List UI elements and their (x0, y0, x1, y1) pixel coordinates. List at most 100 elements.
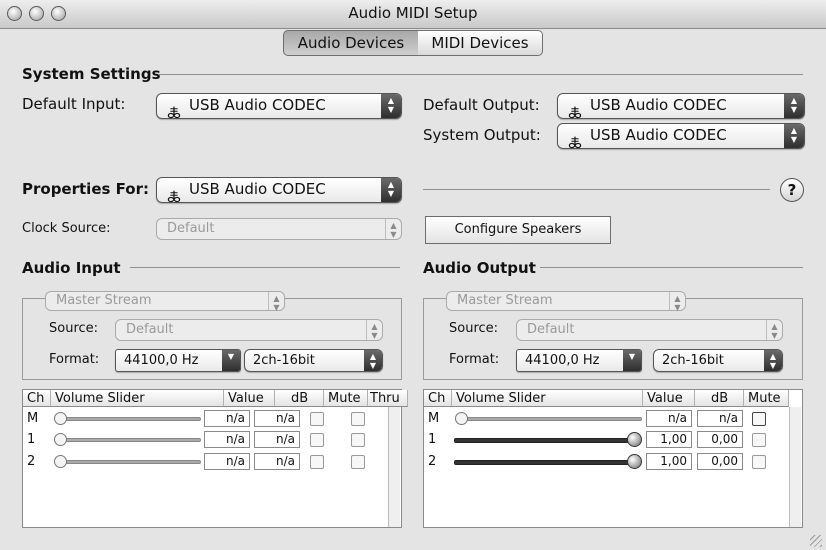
usb-icon: 🜏 (167, 187, 181, 206)
thru-checkbox[interactable] (351, 412, 365, 426)
updown-arrows-icon: ▲ ▼ (366, 320, 382, 340)
col-header-ch: Ch (23, 390, 51, 407)
col-header-ch: Ch (424, 390, 452, 407)
usb-icon: 🜏 (167, 103, 181, 122)
mute-checkbox[interactable] (752, 412, 766, 426)
updown-arrows-icon: ▲ ▼ (784, 94, 804, 118)
volume-slider-knob[interactable] (54, 433, 67, 446)
mute-checkbox[interactable] (310, 433, 324, 447)
default-output-popup[interactable]: 🜏 USB Audio CODEC ▲ ▼ (557, 93, 805, 122)
volume-slider-track[interactable] (454, 438, 636, 443)
usb-icon: 🜏 (568, 133, 582, 152)
output-source-popup[interactable]: Default ▲ ▼ (516, 319, 783, 341)
mute-checkbox[interactable] (310, 455, 324, 469)
col-header-volume-slider: Volume Slider (452, 390, 643, 407)
output-table-scrollbar[interactable] (789, 407, 801, 527)
clock-source-label: Clock Source: (22, 221, 111, 236)
col-header-db: dB (275, 390, 324, 407)
table-row: 1 n/a n/a (23, 430, 388, 450)
configure-speakers-button[interactable]: Configure Speakers (425, 216, 611, 244)
input-format-label: Format: (49, 352, 100, 367)
col-header-mute: Mute (744, 390, 789, 407)
input-format-bits-popup[interactable]: 2ch-16bit ▲ ▼ (244, 349, 383, 372)
input-channel-table: Ch Volume Slider Value dB Mute Thru M n/… (22, 389, 408, 528)
audio-output-heading: Audio Output (423, 259, 536, 277)
updown-arrows-icon: ▲ ▼ (764, 350, 782, 371)
tab-midi-devices[interactable]: MIDI Devices (418, 30, 543, 56)
value-field[interactable]: 1,00 (646, 431, 692, 448)
tab-audio-devices[interactable]: Audio Devices (283, 30, 419, 56)
channel-label: 2 (428, 454, 437, 469)
mute-checkbox[interactable] (752, 433, 766, 447)
volume-slider-track[interactable] (460, 417, 642, 421)
value-field[interactable]: n/a (204, 431, 250, 448)
thru-checkbox[interactable] (351, 433, 365, 447)
input-table-scrollbar[interactable] (388, 407, 400, 527)
default-input-popup[interactable]: 🜏 USB Audio CODEC ▲ ▼ (156, 93, 402, 122)
mute-checkbox[interactable] (310, 412, 324, 426)
output-format-label: Format: (449, 352, 500, 367)
clock-source-popup[interactable]: Default ▲ ▼ (156, 218, 402, 240)
col-header-value: Value (224, 390, 275, 407)
system-settings-divider (158, 74, 803, 75)
table-row: M n/a n/a (23, 409, 388, 429)
channel-label: 1 (428, 432, 437, 447)
value-field[interactable]: n/a (646, 410, 692, 427)
output-format-rate-popup[interactable]: 44100,0 Hz ▼ (516, 349, 642, 372)
default-output-label: Default Output: (423, 96, 540, 114)
resize-grip-icon[interactable] (810, 535, 822, 547)
input-source-popup[interactable]: Default ▲ ▼ (115, 319, 383, 341)
properties-for-popup[interactable]: 🜏 USB Audio CODEC ▲ ▼ (156, 177, 402, 206)
volume-slider-track[interactable] (454, 460, 636, 465)
db-field[interactable]: 0,00 (697, 431, 743, 448)
col-header-value: Value (643, 390, 695, 407)
db-field[interactable]: n/a (254, 431, 300, 448)
col-header-thru: Thru (368, 390, 408, 407)
table-row: 2 n/a n/a (23, 452, 388, 472)
volume-slider-knob[interactable] (627, 454, 642, 469)
volume-slider-knob[interactable] (627, 432, 642, 447)
mute-checkbox[interactable] (752, 455, 766, 469)
db-field[interactable]: n/a (254, 453, 300, 470)
system-output-popup[interactable]: 🜏 USB Audio CODEC ▲ ▼ (557, 123, 805, 152)
db-field[interactable]: n/a (697, 410, 743, 427)
db-field[interactable]: 0,00 (697, 453, 743, 470)
updown-arrows-icon: ▲ ▼ (766, 320, 782, 340)
updown-arrows-icon: ▲ ▼ (784, 124, 804, 148)
window-title: Audio MIDI Setup (348, 4, 478, 22)
thru-checkbox[interactable] (351, 455, 365, 469)
input-format-rate-popup[interactable]: 44100,0 Hz ▼ (115, 349, 241, 372)
col-header-mute: Mute (324, 390, 368, 407)
output-stream-popup[interactable]: Master Stream ▲ ▼ (446, 291, 686, 312)
table-row: 2 1,00 0,00 (424, 452, 789, 472)
updown-arrows-icon: ▲ ▼ (364, 350, 382, 371)
updown-arrows-icon: ▲ ▼ (385, 219, 401, 239)
volume-slider-track[interactable] (59, 438, 201, 442)
channel-label: 1 (27, 432, 36, 447)
volume-slider-knob[interactable] (54, 455, 67, 468)
volume-slider-track[interactable] (59, 417, 201, 421)
output-source-label: Source: (449, 321, 499, 336)
input-source-label: Source: (49, 321, 99, 336)
value-field[interactable]: 1,00 (646, 453, 692, 470)
input-stream-popup[interactable]: Master Stream ▲ ▼ (45, 291, 285, 312)
updown-arrows-icon: ▲ ▼ (381, 178, 401, 202)
updown-arrows-icon: ▲ ▼ (381, 94, 401, 118)
properties-for-label: Properties For: (22, 180, 149, 198)
updown-arrows-icon: ▲ ▼ (669, 292, 685, 312)
table-row: M n/a n/a (424, 409, 789, 429)
output-channel-table: Ch Volume Slider Value dB Mute M n/a n/a… (423, 389, 803, 528)
value-field[interactable]: n/a (204, 410, 250, 427)
system-output-label: System Output: (423, 126, 541, 144)
volume-slider-track[interactable] (59, 460, 201, 464)
volume-slider-knob[interactable] (54, 412, 67, 425)
volume-slider-knob[interactable] (455, 412, 468, 425)
audio-output-divider (540, 267, 803, 268)
updown-arrows-icon: ▲ ▼ (268, 292, 284, 312)
channel-label: 2 (27, 454, 36, 469)
value-field[interactable]: n/a (204, 453, 250, 470)
output-format-bits-popup[interactable]: 2ch-16bit ▲ ▼ (653, 349, 783, 372)
db-field[interactable]: n/a (254, 410, 300, 427)
help-button[interactable]: ? (780, 178, 804, 202)
system-settings-heading: System Settings (22, 65, 161, 83)
